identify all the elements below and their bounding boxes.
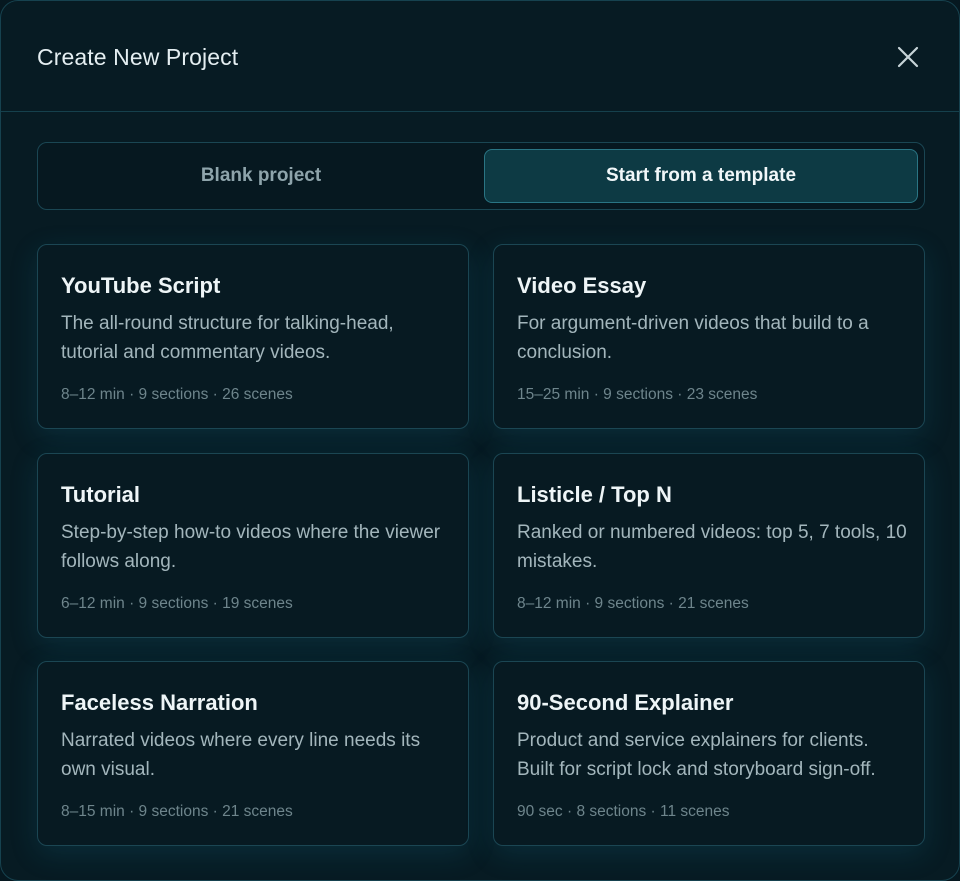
template-title: Tutorial [61,482,141,507]
template-meta: 8–15 min · 9 sections · 21 scenes [61,803,293,820]
template-title: Listicle / Top N [517,482,672,507]
template-description: Ranked or numbered videos: top 5, 7 tool… [517,522,907,572]
project-type-toggle: Blank project Start from a template [37,142,925,210]
close-button[interactable] [894,43,922,71]
template-card-tutorial[interactable]: Tutorial Step-by-step how-to videos wher… [37,453,469,638]
template-title: Video Essay [517,273,647,298]
template-title: Faceless Narration [61,690,258,715]
template-card-listicle[interactable]: Listicle / Top N Ranked or numbered vide… [493,453,925,638]
template-title: 90-Second Explainer [517,690,734,715]
close-icon [897,46,919,68]
template-meta: 90 sec · 8 sections · 11 scenes [517,803,730,820]
dialog-title: Create New Project [37,44,239,70]
template-description: The all-round structure for talking-head… [61,313,394,363]
template-description: Narrated videos where every line needs i… [61,730,421,780]
template-card-faceless-narration[interactable]: Faceless Narration Narrated videos where… [37,661,469,846]
template-description: For argument-driven videos that build to… [517,313,869,363]
template-meta: 8–12 min · 9 sections · 26 scenes [61,386,293,403]
create-project-dialog: Create New Project Blank project Start f… [0,0,960,881]
template-meta: 6–12 min · 9 sections · 19 scenes [61,595,293,612]
template-card-90-second-explainer[interactable]: 90-Second Explainer Product and service … [493,661,925,846]
template-description: Product and service explainers for clien… [517,730,876,780]
dialog-header: Create New Project [1,1,959,112]
start-from-template-tab[interactable]: Start from a template [484,149,918,203]
template-title: YouTube Script [61,273,221,298]
template-meta: 15–25 min · 9 sections · 23 scenes [517,386,758,403]
template-card-youtube-script[interactable]: YouTube Script The all-round structure f… [37,244,469,429]
template-meta: 8–12 min · 9 sections · 21 scenes [517,595,749,612]
template-card-video-essay[interactable]: Video Essay For argument-driven videos t… [493,244,925,429]
template-description: Step-by-step how-to videos where the vie… [61,522,441,572]
blank-project-tab[interactable]: Blank project [44,149,478,203]
